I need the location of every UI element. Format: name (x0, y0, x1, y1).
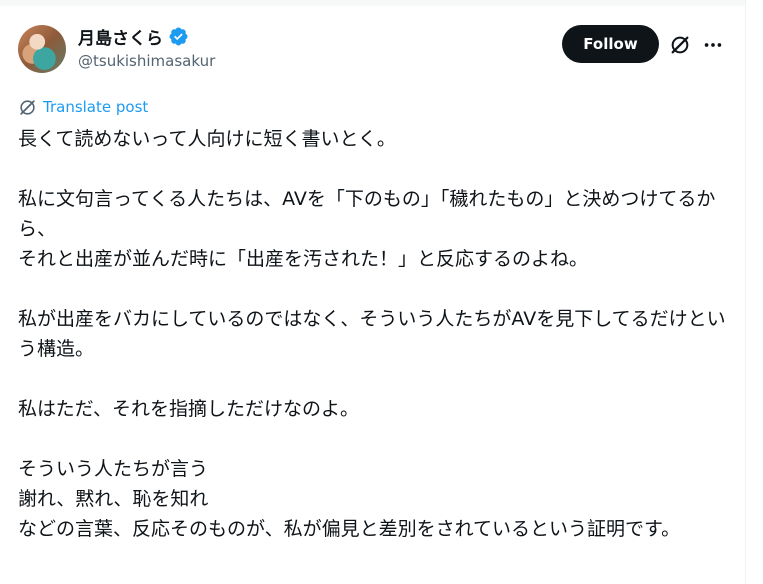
translate-icon (20, 99, 35, 115)
column-divider (745, 0, 746, 584)
author-name-row[interactable]: 月島さくら (78, 24, 189, 49)
display-name[interactable]: 月島さくら (78, 24, 163, 49)
verified-badge-icon (169, 27, 188, 45)
more-icon[interactable] (702, 35, 724, 55)
grok-icon[interactable] (669, 34, 691, 56)
author-handle[interactable]: @tsukishimasakur (78, 52, 215, 70)
follow-button[interactable]: Follow (562, 25, 659, 63)
top-edge (0, 0, 745, 6)
translate-post[interactable]: Translate post (18, 97, 148, 117)
post-text: 長くて読めないって人向けに短く書いとく。 私に文句言ってくる人たちは、AVを「下… (18, 128, 726, 540)
translate-post-link[interactable]: Translate post (43, 98, 148, 116)
avatar[interactable] (18, 25, 66, 73)
